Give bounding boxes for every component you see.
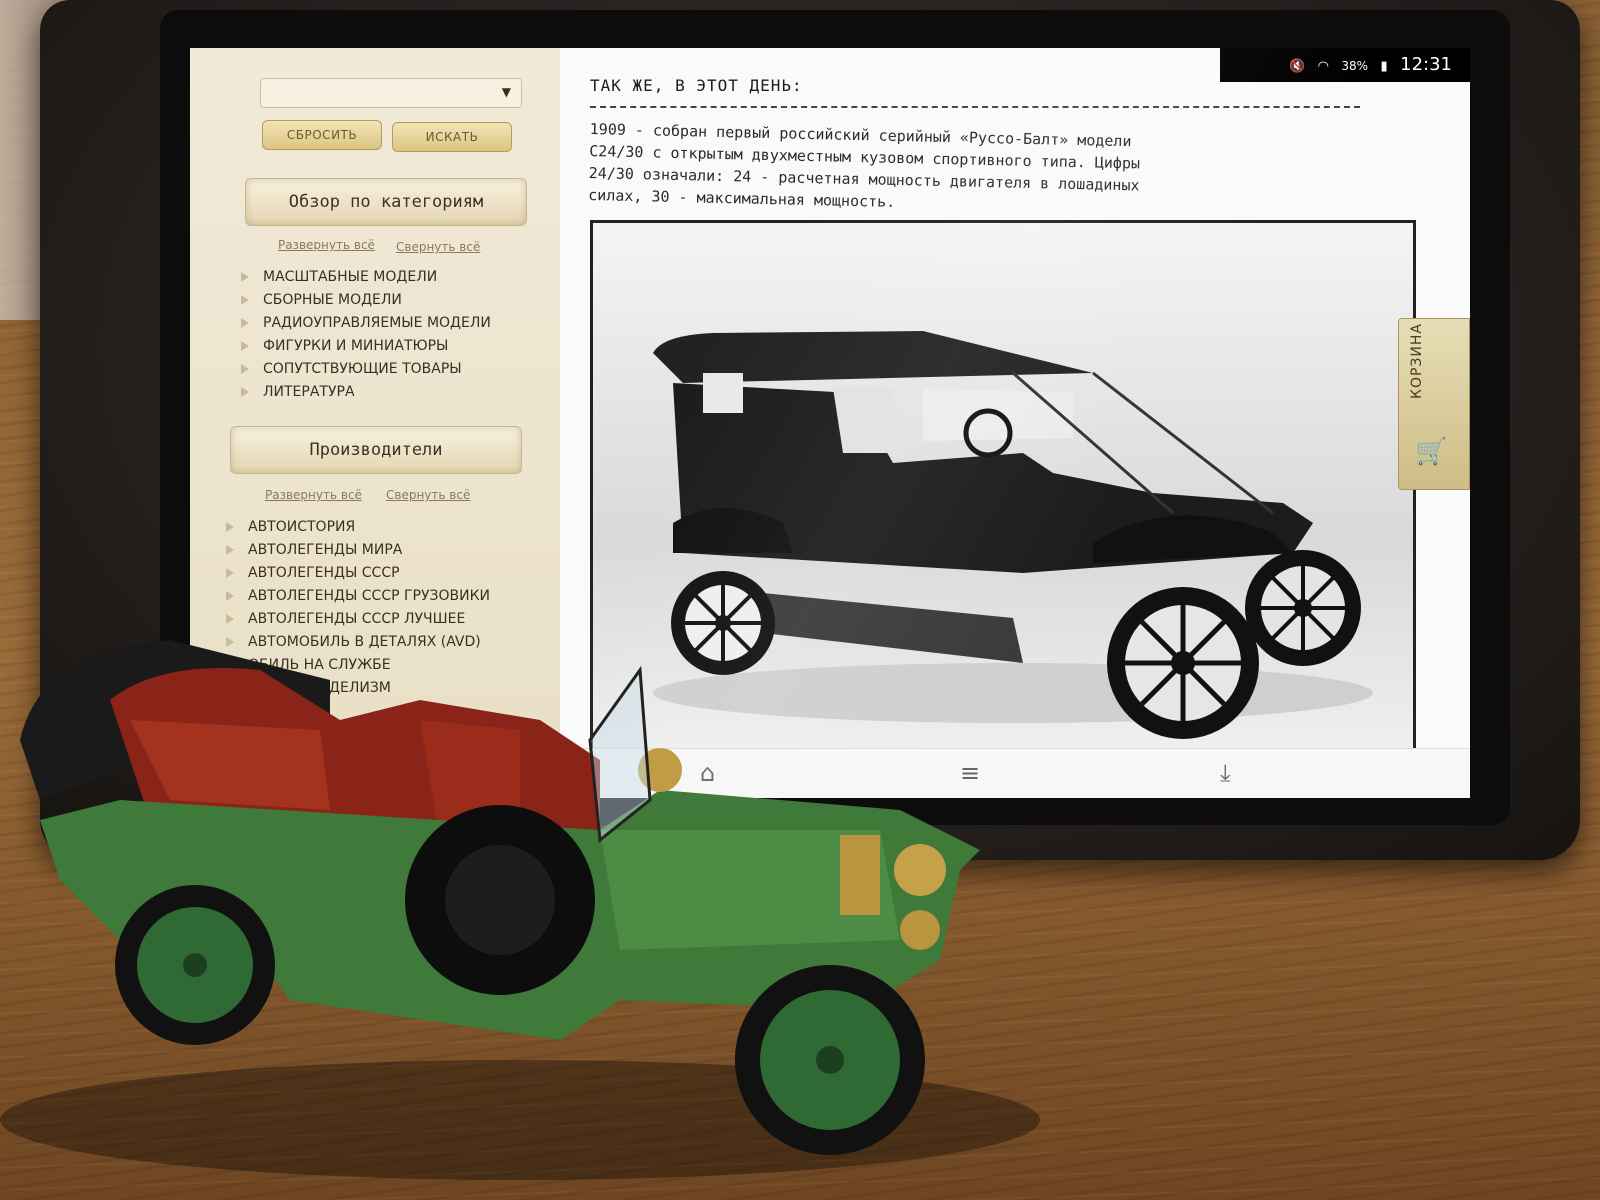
model-wheel bbox=[735, 965, 925, 1155]
model-wheel bbox=[115, 885, 275, 1045]
model-car bbox=[0, 640, 1040, 1180]
